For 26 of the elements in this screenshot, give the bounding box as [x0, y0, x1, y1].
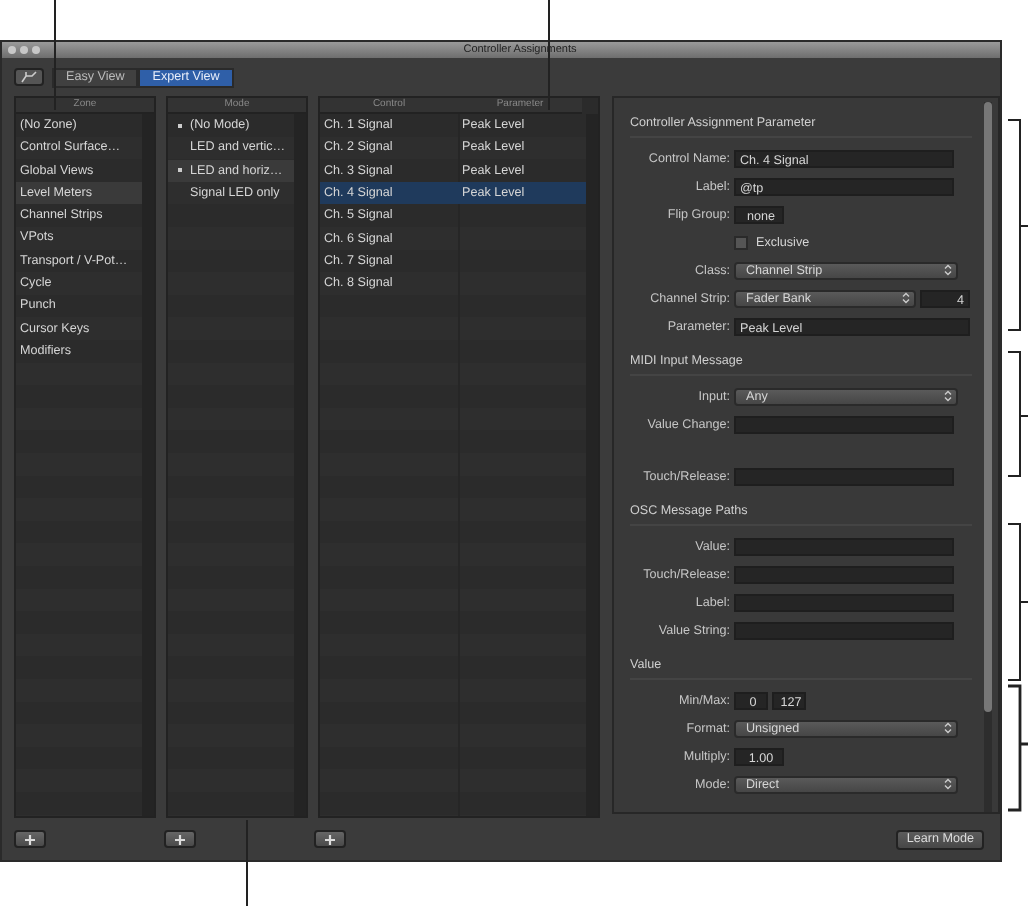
text-field[interactable] — [734, 565, 954, 583]
text-field[interactable] — [734, 621, 954, 639]
text-field[interactable] — [734, 467, 954, 485]
minimize-icon[interactable] — [20, 46, 28, 54]
plus-icon — [174, 833, 186, 845]
zoom-icon[interactable] — [32, 46, 40, 54]
add-button[interactable] — [314, 830, 346, 848]
text-field[interactable] — [734, 537, 954, 555]
plus-icon — [24, 833, 36, 845]
bracket-drawing — [1006, 684, 1028, 812]
stepper-icon — [944, 264, 952, 276]
add-button[interactable] — [164, 830, 196, 848]
plus-icon — [324, 833, 336, 845]
stepper-icon — [944, 390, 952, 402]
stepper-icon — [944, 778, 952, 790]
stepper-icon — [902, 292, 910, 304]
close-icon[interactable] — [8, 46, 16, 54]
add-button[interactable] — [14, 830, 46, 848]
cable-icon — [20, 70, 38, 84]
midi-button[interactable] — [14, 68, 44, 86]
bracket-drawing — [1007, 351, 1028, 477]
text-field[interactable] — [734, 415, 954, 433]
scrollbar[interactable] — [984, 102, 992, 812]
text-field[interactable] — [734, 593, 954, 611]
checkbox[interactable] — [734, 235, 748, 249]
stepper-icon — [944, 722, 952, 734]
